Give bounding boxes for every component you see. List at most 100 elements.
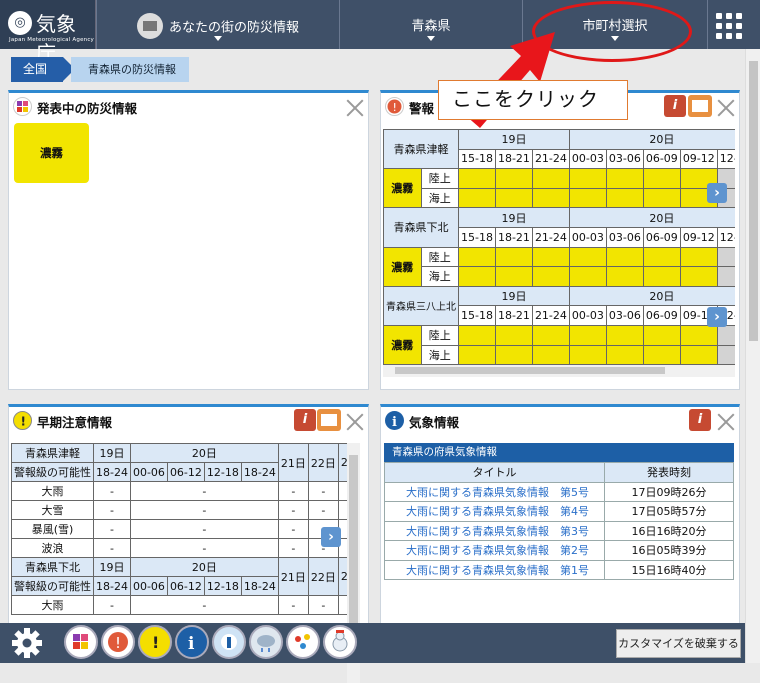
value-cell: -	[307, 500, 339, 520]
table-title: 青森県の府県気象情報	[384, 443, 734, 462]
warning-shortcut-icon[interactable]: !	[101, 625, 135, 659]
value-cell: -	[307, 481, 339, 501]
amedas-shortcut-icon[interactable]	[286, 625, 320, 659]
weather-info-table: 青森県の府県気象情報 タイトル 発表時刻 大雨に関する青森県気象情報 第5号 17日…	[384, 443, 734, 580]
time-cell: 18-24	[240, 576, 279, 596]
weather-info-shortcut-icon[interactable]: i	[175, 625, 209, 659]
nav-home-disaster-info[interactable]: あなたの街の防災情報	[96, 0, 339, 49]
menu-grid-button[interactable]	[707, 0, 760, 49]
breadcrumb-root[interactable]: 全国	[11, 57, 75, 82]
info-icon[interactable]: i	[294, 409, 316, 431]
day-header: 21日	[277, 557, 309, 596]
time-cell: 18-21	[494, 148, 533, 170]
time-cell: 00-03	[568, 148, 607, 170]
day-header: 2	[337, 557, 347, 596]
horizontal-scrollbar[interactable]	[383, 365, 735, 377]
weather-info-link[interactable]: 大雨に関する青森県気象情報 第4号	[384, 501, 605, 522]
panel-title: 気象情報	[409, 415, 460, 430]
click-here-callout: ここをクリック	[438, 80, 628, 120]
multicolor-grid-icon	[13, 97, 32, 116]
info-icon[interactable]: i	[664, 95, 686, 117]
jma-logo-mark-icon: ◎	[8, 11, 32, 35]
col-header-time: 発表時刻	[604, 462, 734, 483]
hazard-label: 大雪	[11, 500, 94, 520]
sea-label: 海上	[420, 266, 459, 287]
value-cell: -	[277, 519, 309, 539]
time-cell: 06-09	[642, 226, 681, 248]
time-cell: 18-21	[494, 226, 533, 248]
discard-customize-button[interactable]: カスタマイズを破棄する	[616, 629, 741, 658]
book-icon[interactable]	[688, 95, 712, 117]
time-cell: 00-06	[129, 576, 168, 596]
time-cell: 00-03	[568, 305, 607, 326]
time-cell: 12-18	[203, 576, 242, 596]
day-header: 19日	[458, 129, 570, 150]
value-cell: -	[277, 500, 309, 520]
sea-label: 海上	[420, 344, 459, 366]
warning-icon: !	[385, 97, 404, 116]
chevron-down-icon	[214, 36, 222, 41]
day-header: 22日	[307, 443, 339, 482]
value-cell: -	[129, 519, 279, 539]
time-cell: 15-18	[458, 148, 496, 170]
breadcrumb-current: 青森県の防災情報	[71, 57, 189, 82]
day-header: 20日	[568, 285, 735, 307]
close-icon[interactable]	[717, 413, 734, 430]
current-info-shortcut-icon[interactable]	[64, 625, 98, 659]
land-label: 陸上	[420, 168, 459, 189]
svg-text:i: i	[188, 634, 195, 654]
panel-title: 発表中の防災情報	[37, 101, 138, 116]
snow-shortcut-icon[interactable]	[323, 625, 357, 659]
weather-info-link[interactable]: 大雨に関する青森県気象情報 第1号	[384, 559, 605, 580]
svg-text:!: !	[393, 101, 397, 114]
close-icon[interactable]	[346, 413, 363, 430]
day-header: 19日	[93, 557, 131, 577]
region-name: 青森県下北	[383, 207, 459, 248]
value-cell: -	[129, 595, 279, 615]
page-vertical-scrollbar[interactable]	[745, 49, 760, 663]
time-cell: 00-03	[568, 226, 607, 248]
svg-text:!: !	[152, 633, 159, 652]
land-label: 陸上	[420, 324, 459, 346]
info-icon[interactable]: i	[689, 409, 711, 431]
time-cell: 15-18	[458, 226, 496, 248]
fog-badge[interactable]: 濃霧	[14, 123, 89, 183]
forecast-shortcut-icon[interactable]	[212, 625, 246, 659]
close-icon[interactable]	[717, 99, 734, 116]
caution-icon: !	[13, 411, 32, 430]
book-icon[interactable]	[317, 409, 341, 431]
day-header: 20日	[129, 557, 279, 577]
time-cell: 09-12	[679, 226, 718, 248]
panel-current-disaster-info: 発表中の防災情報 濃霧	[8, 90, 369, 390]
time-cell: 21-24	[531, 148, 570, 170]
caution-shortcut-icon[interactable]: !	[138, 625, 172, 659]
day-header: 21日	[277, 443, 309, 482]
jma-logo[interactable]: ◎ 気象庁 Japan Meteorological Agency	[0, 0, 96, 65]
scroll-right-button[interactable]: ›	[707, 183, 727, 203]
weather-info-link[interactable]: 大雨に関する青森県気象情報 第5号	[384, 481, 605, 502]
info-circle-icon: i	[385, 411, 404, 430]
scroll-right-button[interactable]: ›	[321, 527, 341, 547]
value-cell: -	[129, 481, 279, 501]
value-cell: -	[93, 519, 131, 539]
hazard-label: 波浪	[11, 538, 94, 558]
svg-text:!: !	[115, 634, 121, 652]
rain-radar-shortcut-icon[interactable]	[249, 625, 283, 659]
weather-info-link[interactable]: 大雨に関する青森県気象情報 第2号	[384, 540, 605, 561]
scroll-right-button[interactable]: ›	[707, 307, 727, 327]
day-header: 20日	[568, 129, 735, 150]
gear-icon[interactable]	[10, 626, 44, 660]
weather-info-link[interactable]: 大雨に関する青森県気象情報 第3号	[384, 520, 605, 541]
svg-text:!: !	[21, 415, 26, 429]
chevron-down-icon	[427, 36, 435, 41]
panel-early-warning: ! 早期注意情報 i 青森県津軽 19日 20日 21日 22日 2 警報級の可能性 18-…	[8, 404, 369, 683]
grid-menu-icon	[716, 13, 742, 39]
value-cell: -	[93, 500, 131, 520]
time-cell: 18-24	[93, 576, 131, 596]
col-header-title: タイトル	[384, 462, 605, 483]
close-icon[interactable]	[346, 99, 363, 116]
early-warning-table: 青森県津軽 19日 20日 21日 22日 2 警報級の可能性 18-24 00-06 06-1…	[11, 443, 347, 615]
issue-time: 15日16時40分	[604, 559, 734, 580]
value-cell: -	[93, 481, 131, 501]
value-cell: -	[93, 538, 131, 558]
